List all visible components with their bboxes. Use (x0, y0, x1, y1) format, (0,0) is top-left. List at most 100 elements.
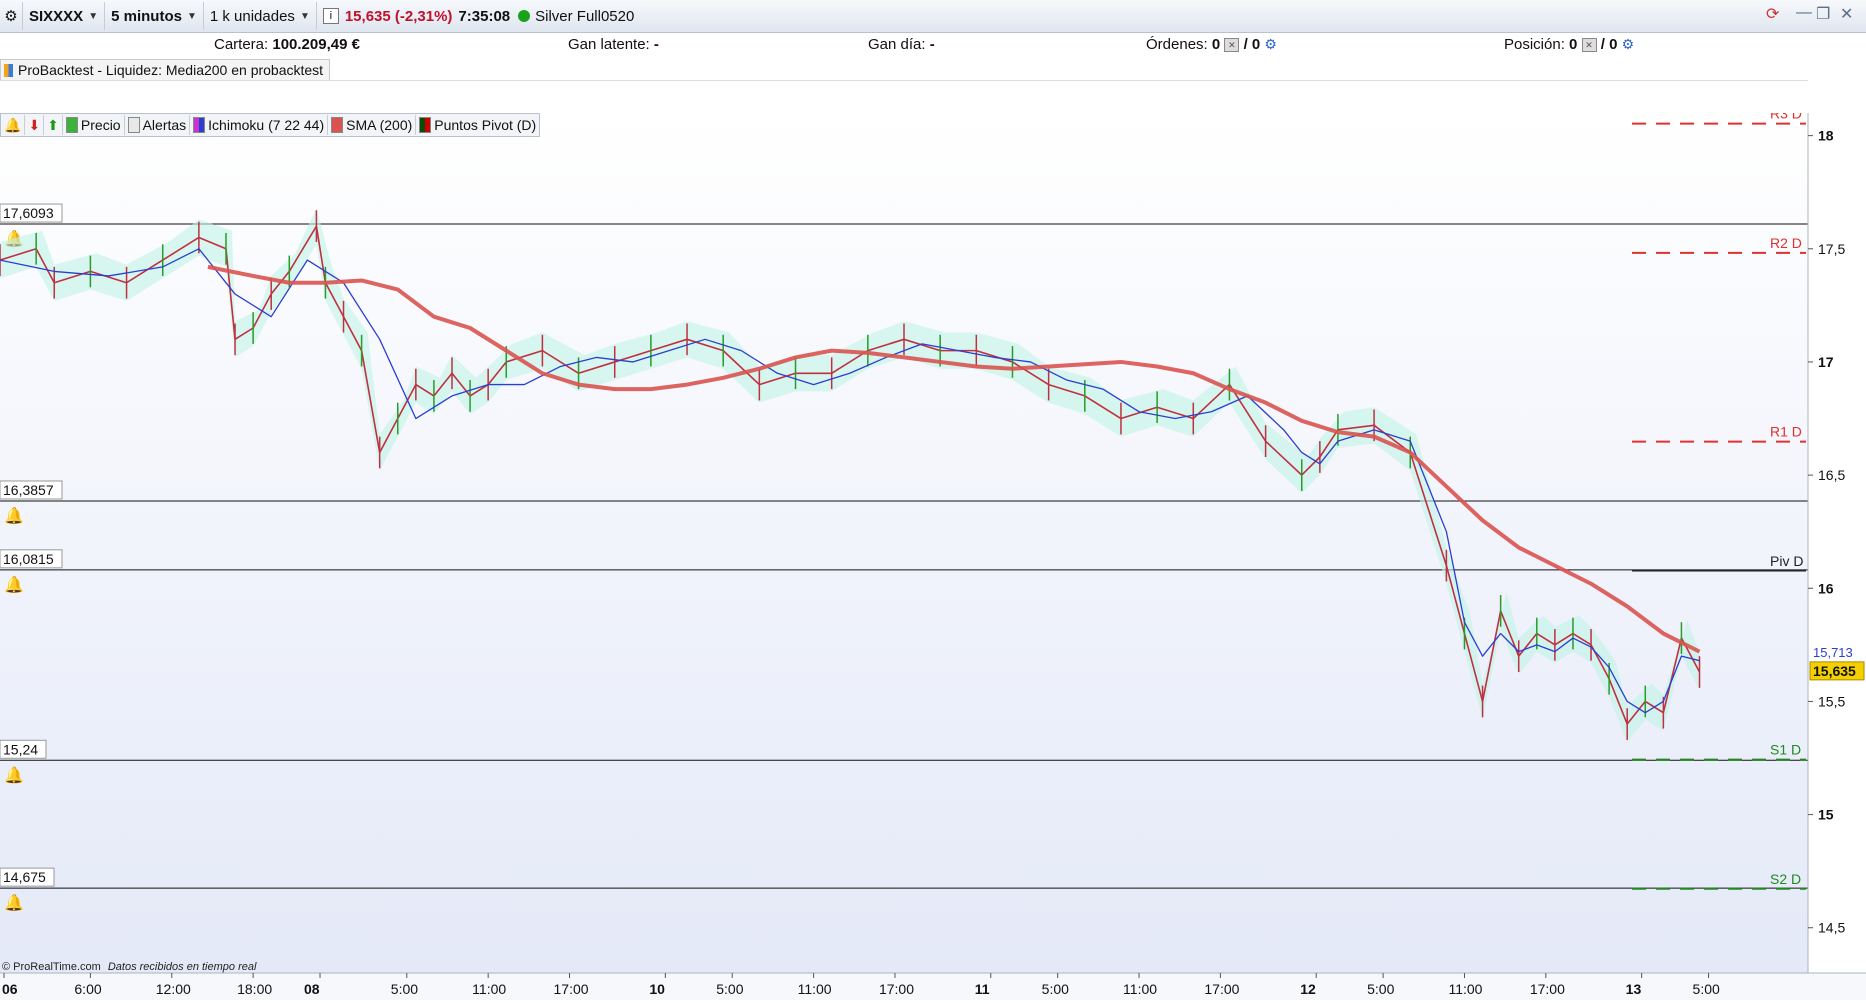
alert-label: 15,24 (3, 741, 38, 757)
alert-label: 17,6093 (3, 205, 54, 221)
x-tick-label: 10 (649, 981, 665, 997)
x-tick-label: 12:00 (156, 981, 191, 997)
minimize-icon[interactable]: — (1796, 4, 1812, 22)
x-tick-label: 08 (304, 981, 320, 997)
probacktest-icon (4, 63, 13, 77)
x-tick-label: 11:00 (1123, 981, 1157, 997)
chevron-down-icon: ▼ (299, 10, 310, 22)
info-icon[interactable]: i (322, 8, 339, 24)
x-axis-background (0, 973, 1866, 1000)
x-tick-label: 11:00 (798, 981, 832, 997)
x-tick-label: 18:00 (237, 981, 272, 997)
posicion-total: / 0 (1600, 36, 1618, 53)
legend-alertas[interactable]: Alertas (125, 115, 191, 135)
y-tick-label: 17,5 (1818, 241, 1845, 257)
data-source-footer: © ProRealTime.com Datos recibidos en tie… (2, 961, 256, 973)
indicator-tag: 15,713 (1813, 645, 1853, 660)
chart-svg[interactable]: 17,6093 🔔 16,3857 🔔 16,0815 🔔 15,24 🔔 14,675 🔔 R3… (0, 106, 1866, 1000)
symbol-selector[interactable]: SIXXXX ▼ (23, 2, 106, 30)
legend-swatch (419, 117, 432, 133)
arrow-up-icon[interactable]: ⬆ (44, 115, 63, 135)
cartera-group: Cartera: 100.209,49 € (214, 36, 360, 53)
y-tick-label: 16 (1818, 580, 1834, 596)
legend-sma[interactable]: SMA (200) (328, 115, 417, 135)
y-tick-label: 15,5 (1818, 693, 1845, 709)
gan-dia-value: - (929, 36, 935, 53)
cancel-orders-icon[interactable]: ✕ (1224, 38, 1240, 53)
legend-swatch (193, 117, 206, 133)
arrow-down-icon[interactable]: ⬇ (25, 115, 45, 135)
ordenes-total: / 0 (1243, 36, 1261, 53)
chevron-down-icon: ▼ (186, 10, 197, 22)
pivot-name: R2 D (1770, 235, 1802, 251)
y-tick-label: 14,5 (1818, 920, 1845, 936)
window-menu-icon[interactable]: ⚙ (0, 2, 23, 30)
close-position-icon[interactable]: ✕ (1581, 38, 1597, 53)
legend-ichimoku[interactable]: Ichimoku (7 22 44) (190, 115, 329, 135)
units-label: 1 k unidades (209, 7, 295, 25)
main-toolbar: ⚙ SIXXXX ▼ 5 minutos ▼ 1 k unidades ▼ i … (0, 0, 1866, 33)
bell-icon: 🔔 (4, 893, 24, 912)
legend-precio[interactable]: Precio (63, 115, 125, 135)
gear-icon[interactable]: ⚙ (1622, 36, 1635, 52)
bell-icon: 🔔 (4, 506, 24, 525)
legend-label: Ichimoku (7 22 44) (208, 117, 325, 133)
pivot-name: Piv D (1770, 553, 1803, 569)
chart-background (0, 113, 1808, 973)
timeframe-selector[interactable]: 5 minutos ▼ (105, 2, 204, 30)
restore-icon[interactable]: ❐ (1816, 4, 1830, 24)
timeframe-label: 5 minutos (111, 7, 182, 25)
probacktest-label[interactable]: ProBacktest - Liquidez: Media200 en prob… (0, 59, 331, 81)
bell-icon: 🔔 (4, 575, 24, 594)
x-tick-label: 5:00 (391, 981, 418, 997)
x-tick-label: 17:00 (879, 981, 914, 997)
x-tick-label: 17:00 (1204, 981, 1239, 997)
source-text: © ProRealTime.com (2, 961, 101, 973)
latente-value: - (653, 36, 659, 53)
alert-label: 16,3857 (3, 482, 54, 498)
price-info: i 15,635 (-2,31%) 7:35:08 Silver Full052… (317, 2, 641, 30)
ordenes-group: Órdenes: 0 ✕ / 0 ⚙ (1146, 36, 1277, 53)
pivot-name: R1 D (1770, 424, 1802, 440)
x-tick-label: 06 (2, 981, 18, 997)
y-tick-label: 16,5 (1818, 467, 1845, 483)
posicion-group: Posición: 0 ✕ / 0 ⚙ (1504, 36, 1634, 53)
y-tick-label: 18 (1818, 128, 1834, 144)
legend-swatch (331, 117, 344, 133)
legend-pivot[interactable]: Puntos Pivot (D) (416, 115, 539, 135)
alert-label: 14,675 (3, 869, 46, 885)
last-price-change: 15,635 (-2,31%) (344, 7, 453, 25)
legend-label: Alertas (142, 117, 187, 133)
gan-dia-label: Gan día: (868, 36, 926, 53)
probacktest-text: ProBacktest - Liquidez: Media200 en prob… (18, 62, 324, 78)
alert-label: 16,0815 (3, 551, 54, 567)
price-chart[interactable]: 17,6093 🔔 16,3857 🔔 16,0815 🔔 15,24 🔔 14,675 🔔 R3… (0, 106, 1866, 1000)
close-icon[interactable]: ✕ (1840, 4, 1853, 24)
bell-icon[interactable]: 🔔 (1, 115, 26, 135)
ordenes-value: 0 (1211, 36, 1221, 53)
x-tick-label: 11:00 (1448, 981, 1482, 997)
x-tick-label: 5:00 (1042, 981, 1069, 997)
x-tick-label: 6:00 (74, 981, 101, 997)
connection-status-icon (518, 10, 531, 22)
cartera-value: 100.209,49 € (272, 36, 360, 53)
pivot-name: S2 D (1770, 871, 1801, 887)
x-tick-label: 12 (1300, 981, 1316, 997)
cartera-label: Cartera: (214, 36, 269, 53)
posicion-value: 0 (1569, 36, 1578, 53)
gear-icon[interactable]: ⚙ (1264, 36, 1277, 52)
y-tick-label: 17 (1818, 354, 1834, 370)
gan-dia-group: Gan día: - (868, 36, 935, 53)
x-tick-label: 5:00 (716, 981, 743, 997)
x-tick-label: 17:00 (1530, 981, 1565, 997)
last-price-label: 15,635 (1813, 663, 1856, 679)
latente-group: Gan latente: - (568, 36, 659, 53)
legend-swatch (127, 117, 140, 133)
x-tick-label: 5:00 (1693, 981, 1720, 997)
panel-divider (0, 80, 1808, 81)
units-selector[interactable]: 1 k unidades ▼ (204, 2, 317, 30)
refresh-icon[interactable]: ⟳ (1766, 4, 1779, 24)
indicator-legend: 🔔 ⬇ ⬆ Precio Alertas Ichimoku (7 22 44) … (0, 113, 541, 137)
ordenes-label: Órdenes: (1146, 36, 1208, 53)
x-tick-label: 5:00 (1367, 981, 1394, 997)
